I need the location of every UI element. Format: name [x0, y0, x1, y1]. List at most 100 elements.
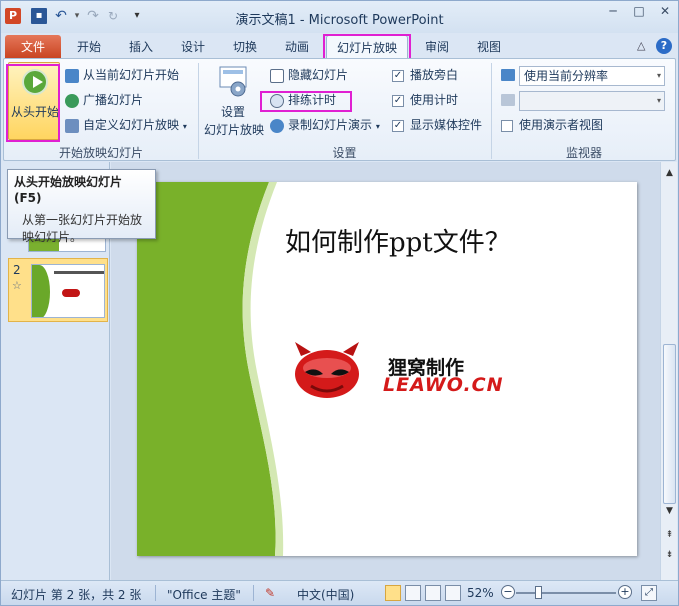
slide-count-status: 幻灯片 第 2 张，共 2 张	[11, 588, 142, 602]
tab-file[interactable]: 文件	[5, 35, 61, 59]
custom-slideshow-arrow-icon: ▾	[182, 122, 187, 131]
broadcast-label: 广播幻灯片	[83, 93, 144, 107]
help-icon[interactable]: ?	[656, 38, 672, 54]
hide-slide-button[interactable]: 隐藏幻灯片	[270, 65, 348, 85]
zoom-level[interactable]: 52%	[467, 586, 494, 600]
rehearse-highlight-box	[260, 91, 352, 112]
use-timings-label: 使用计时	[410, 93, 459, 107]
devil-logo-icon	[295, 342, 359, 398]
tooltip: 从头开始放映幻灯片 (F5) 从第一张幻灯片开始放映幻灯片。	[7, 169, 156, 244]
resolution-dropdown[interactable]: 使用当前分辨率 ▾	[519, 66, 665, 86]
slide-sorter-view-icon[interactable]	[405, 585, 421, 601]
slide-thumbnail-image	[31, 264, 105, 318]
scroll-down-icon[interactable]: ▼	[663, 504, 676, 518]
setup-slideshow-label[interactable]: 设置	[214, 103, 252, 120]
chevron-down-icon: ▾	[656, 96, 661, 105]
broadcast-slideshow-button[interactable]: 广播幻灯片	[65, 90, 143, 110]
checkbox-checked-icon: ✓	[392, 94, 404, 107]
powerpoint-window: P ▪ ↶ ▾ ↷ ↻ ▾ 演示文稿1 - Microsoft PowerPoi…	[0, 0, 679, 606]
tab-transitions[interactable]: 切换	[227, 35, 263, 59]
from-current-label: 从当前幻灯片开始	[83, 68, 180, 82]
setup-slideshow-icon[interactable]	[214, 65, 252, 101]
tab-home[interactable]: 开始	[71, 35, 107, 59]
normal-view-icon[interactable]	[385, 585, 401, 601]
minimize-button[interactable]: ─	[601, 1, 625, 21]
play-narrations-label: 播放旁白	[410, 68, 459, 82]
play-narrations-checkbox[interactable]: ✓ 播放旁白	[392, 65, 458, 85]
tab-design[interactable]: 设计	[175, 35, 211, 59]
slide-editor: 如何制作ppt文件？ 狸窝制作 LEAWO.CN	[111, 162, 660, 580]
hide-slide-icon	[270, 68, 284, 83]
zoom-slider-thumb[interactable]	[535, 586, 542, 599]
resolution-value: 使用当前分辨率	[524, 69, 609, 83]
tab-highlight-box	[323, 34, 411, 60]
resolution-icon	[501, 69, 515, 81]
setup-slideshow-label-2[interactable]: 幻灯片放映	[202, 121, 266, 138]
transition-star-icon: ☆	[12, 279, 22, 292]
show-on-dropdown[interactable]: ▾	[519, 91, 665, 111]
status-separator	[253, 585, 254, 601]
group-label-start: 开始放映幻灯片	[58, 146, 143, 160]
chevron-down-icon: ▾	[656, 71, 661, 80]
slide-canvas[interactable]: 如何制作ppt文件？ 狸窝制作 LEAWO.CN	[137, 182, 637, 556]
window-title: 演示文稿1 - Microsoft PowerPoint	[235, 13, 444, 28]
tooltip-title: 从头开始放映幻灯片 (F5)	[14, 175, 123, 205]
reading-view-icon[interactable]	[425, 585, 441, 601]
record-icon	[270, 118, 284, 133]
show-media-controls-checkbox[interactable]: ✓ 显示媒体控件	[392, 115, 482, 135]
maximize-button[interactable]: □	[627, 1, 651, 21]
record-slideshow-button[interactable]: 录制幻灯片演示 ▾	[270, 115, 380, 135]
theme-status[interactable]: "Office 主题"	[167, 586, 241, 603]
checkbox-checked-icon: ✓	[392, 69, 404, 82]
slide-number: 2	[13, 263, 21, 277]
scroll-up-icon[interactable]: ▲	[663, 166, 676, 180]
group-label-monitors: 监视器	[565, 146, 602, 160]
thumbnail-title-line	[54, 271, 104, 274]
record-slideshow-label: 录制幻灯片演示	[288, 118, 373, 132]
use-timings-checkbox[interactable]: ✓ 使用计时	[392, 90, 458, 110]
from-beginning-highlight-box	[6, 64, 60, 142]
slideshow-view-icon[interactable]	[445, 585, 461, 601]
title-bar: P ▪ ↶ ▾ ↷ ↻ ▾ 演示文稿1 - Microsoft PowerPoi…	[1, 1, 678, 33]
scrollbar-thumb[interactable]	[663, 344, 676, 504]
zoom-in-button[interactable]: +	[618, 585, 632, 599]
custom-slideshow-button[interactable]: 自定义幻灯片放映 ▾	[65, 115, 187, 135]
show-media-controls-label: 显示媒体控件	[410, 118, 483, 132]
tab-view[interactable]: 视图	[471, 35, 507, 59]
close-button[interactable]: ✕	[653, 1, 677, 21]
custom-slideshow-icon	[65, 118, 79, 133]
logo-english-text: LEAWO.CN	[383, 374, 504, 396]
monitor-icon	[501, 94, 515, 106]
language-status[interactable]: 中文(中国)	[297, 586, 354, 603]
from-current-slide-button[interactable]: 从当前幻灯片开始	[65, 65, 179, 85]
minimize-ribbon-icon[interactable]: △	[637, 39, 645, 52]
custom-slideshow-label: 自定义幻灯片放映	[83, 118, 180, 132]
tab-insert[interactable]: 插入	[123, 35, 159, 59]
status-bar: 幻灯片 第 2 张，共 2 张 "Office 主题" ✎ 中文(中国) 52%…	[1, 580, 678, 605]
slide-title[interactable]: 如何制作ppt文件？	[285, 222, 511, 259]
group-label-setup: 设置	[332, 146, 357, 160]
zoom-out-button[interactable]: −	[501, 585, 515, 599]
hide-slide-label: 隐藏幻灯片	[288, 68, 349, 82]
fit-to-window-icon[interactable]: ⤢	[641, 585, 657, 601]
zoom-slider[interactable]	[516, 592, 616, 594]
tab-animations[interactable]: 动画	[279, 35, 315, 59]
ribbon-tabs: 文件 开始 插入 设计 切换 动画 幻灯片放映 审阅 视图	[1, 33, 678, 60]
broadcast-icon	[65, 93, 79, 108]
status-separator	[155, 585, 156, 601]
presenter-view-label: 使用演示者视图	[519, 118, 604, 132]
previous-slide-icon[interactable]: ⇞	[663, 528, 676, 542]
next-slide-icon[interactable]: ⇟	[663, 548, 676, 562]
record-arrow-icon: ▾	[375, 122, 380, 131]
thumbnail-green-shape	[32, 265, 50, 317]
tab-review[interactable]: 审阅	[419, 35, 455, 59]
vertical-scrollbar[interactable]: ▲ ▼ ⇞ ⇟	[660, 162, 677, 580]
from-current-icon	[65, 68, 79, 83]
checkbox-checked-icon: ✓	[392, 119, 404, 132]
tooltip-body: 从第一张幻灯片开始放映幻灯片。	[22, 213, 143, 244]
checkbox-unchecked-icon	[501, 119, 513, 132]
thumbnail-logo	[62, 289, 80, 297]
presenter-view-checkbox[interactable]: 使用演示者视图	[501, 115, 603, 135]
spelling-check-icon[interactable]: ✎	[265, 586, 275, 600]
slide-thumbnail-2-selected[interactable]: 2 ☆	[8, 258, 108, 322]
